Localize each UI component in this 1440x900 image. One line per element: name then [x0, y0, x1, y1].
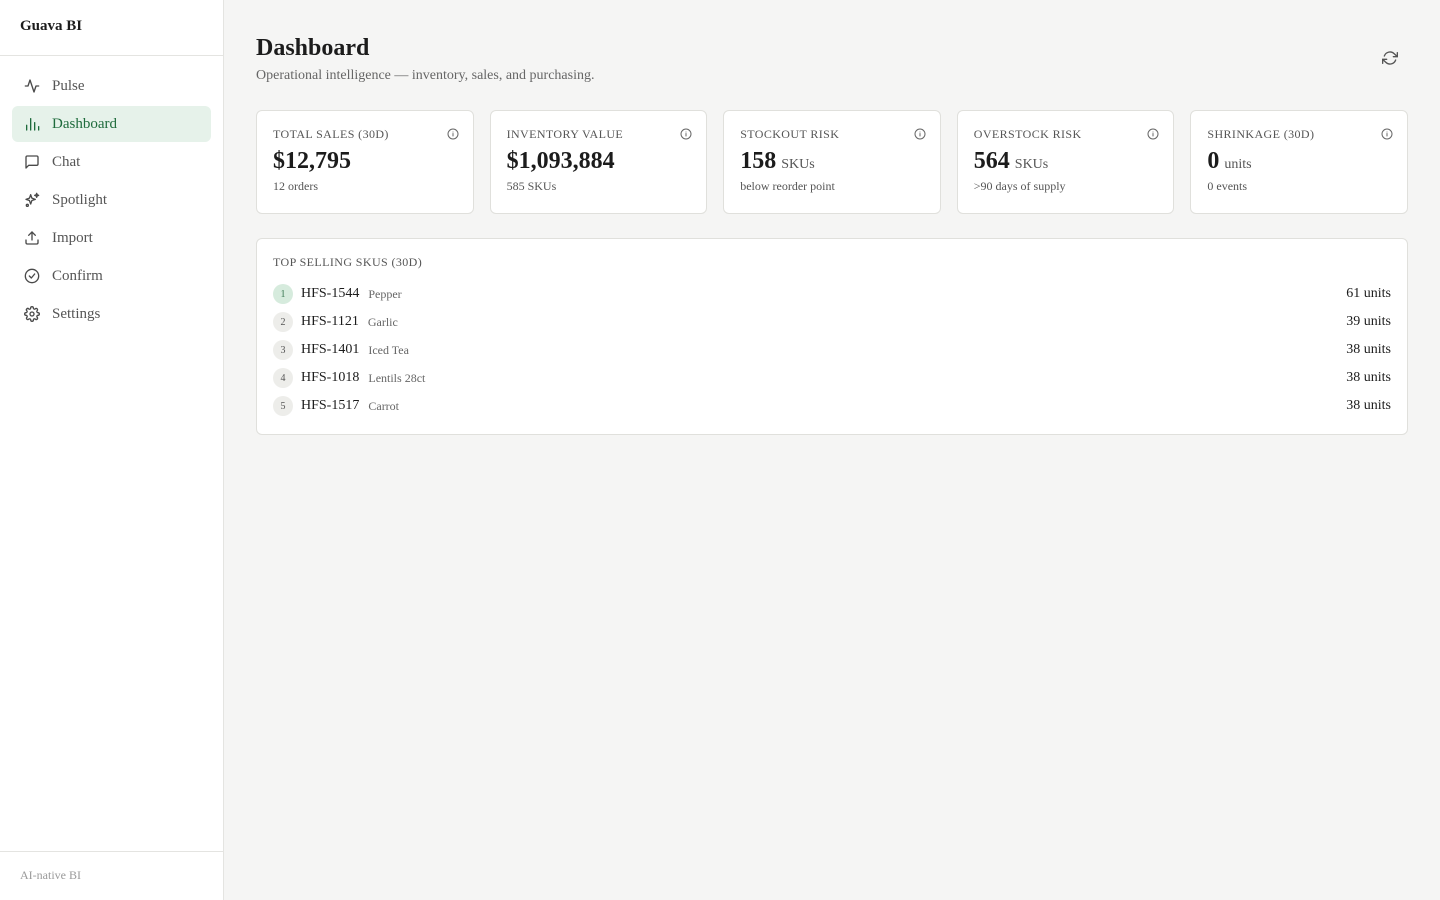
- sidebar-item-confirm[interactable]: Confirm: [12, 258, 211, 294]
- sidebar-item-label: Confirm: [52, 267, 103, 284]
- pulse-icon: [24, 78, 40, 94]
- kpi-card-inventory-value: INVENTORY VALUE $1,093,884 585 SKUs: [489, 110, 708, 214]
- kpi-subtext: 585 SKUs: [506, 179, 557, 193]
- kpi-subtext: >90 days of supply: [973, 179, 1066, 193]
- kpi-label: STOCKOUT RISK: [740, 127, 840, 141]
- kpi-card-total-sales: TOTAL SALES (30D) $12,795 12 orders: [256, 110, 474, 214]
- chat-icon: [24, 154, 40, 170]
- list-item[interactable]: 2 HFS-1121 Garlic 39 units: [273, 308, 1391, 336]
- sku-name: Lentils 28ct: [368, 370, 426, 385]
- rank-badge: 4: [273, 368, 293, 388]
- kpi-value: $1,093,884: [506, 148, 615, 174]
- top-skus-panel: TOP SELLING SKUS (30D) 1 HFS-1544 Pepper…: [256, 238, 1408, 435]
- sidebar-item-label: Import: [52, 229, 93, 246]
- kpi-card-overstock-risk: OVERSTOCK RISK 564 SKUs >90 days of supp…: [956, 110, 1175, 214]
- upload-icon: [24, 230, 40, 246]
- kpi-subtext: below reorder point: [740, 179, 835, 193]
- info-icon[interactable]: [1147, 127, 1159, 140]
- sidebar-footer: AI-native BI: [0, 851, 223, 900]
- kpi-value: 158: [740, 148, 777, 174]
- info-icon[interactable]: [1381, 127, 1393, 140]
- sku-code: HFS-1544: [301, 286, 360, 301]
- sidebar-item-pulse[interactable]: Pulse: [12, 68, 211, 104]
- info-icon[interactable]: [680, 127, 692, 140]
- sku-units: 38 units: [1346, 342, 1391, 357]
- sidebar-item-label: Chat: [52, 153, 81, 170]
- panel-title: TOP SELLING SKUS (30D): [273, 255, 423, 269]
- sidebar: Guava BI Pulse Dashboard Chat Spotlight …: [0, 0, 224, 900]
- sku-units: 38 units: [1346, 398, 1391, 413]
- sku-code: HFS-1517: [301, 398, 360, 413]
- rank-badge: 2: [273, 312, 293, 332]
- kpi-subtext: 0 events: [1207, 179, 1248, 193]
- sidebar-item-label: Dashboard: [52, 115, 117, 132]
- refresh-button[interactable]: [1380, 50, 1400, 70]
- refresh-icon: [1382, 50, 1398, 71]
- sku-units: 39 units: [1346, 314, 1391, 329]
- sidebar-item-import[interactable]: Import: [12, 220, 211, 256]
- kpi-label: INVENTORY VALUE: [506, 127, 624, 141]
- kpi-label: SHRINKAGE (30D): [1207, 127, 1315, 141]
- sidebar-item-spotlight[interactable]: Spotlight: [12, 182, 211, 218]
- sidebar-item-label: Settings: [52, 305, 101, 322]
- kpi-label: TOTAL SALES (30D): [273, 127, 389, 141]
- list-item[interactable]: 3 HFS-1401 Iced Tea 38 units: [273, 336, 1391, 364]
- page-title: Dashboard: [256, 35, 370, 61]
- rank-badge: 3: [273, 340, 293, 360]
- kpi-value: $12,795: [273, 148, 351, 174]
- check-circle-icon: [24, 268, 40, 284]
- info-icon[interactable]: [914, 127, 926, 140]
- kpi-card-shrinkage: SHRINKAGE (30D) 0 units 0 events: [1190, 110, 1408, 214]
- sku-units: 61 units: [1346, 286, 1391, 301]
- main-content: Dashboard Operational intelligence — inv…: [224, 0, 1440, 900]
- gear-icon: [24, 306, 40, 322]
- sku-code: HFS-1121: [301, 314, 359, 329]
- sku-units: 38 units: [1346, 370, 1391, 385]
- rank-badge: 5: [273, 396, 293, 416]
- sku-name: Carrot: [368, 398, 400, 413]
- sidebar-nav: Pulse Dashboard Chat Spotlight Import Co…: [0, 56, 223, 851]
- sku-code: HFS-1018: [301, 370, 360, 385]
- rank-badge: 1: [273, 284, 293, 304]
- kpi-value: 564: [973, 148, 1010, 174]
- kpi-unit: SKUs: [781, 157, 815, 172]
- list-item[interactable]: 4 HFS-1018 Lentils 28ct 38 units: [273, 364, 1391, 392]
- info-icon[interactable]: [447, 127, 459, 140]
- list-item[interactable]: 5 HFS-1517 Carrot 38 units: [273, 392, 1391, 420]
- sku-name: Iced Tea: [368, 342, 409, 357]
- brand-name: Guava BI: [0, 0, 223, 56]
- sidebar-item-chat[interactable]: Chat: [12, 144, 211, 180]
- sidebar-item-settings[interactable]: Settings: [12, 296, 211, 332]
- kpi-subtext: 12 orders: [273, 179, 318, 193]
- sku-code: HFS-1401: [301, 342, 360, 357]
- list-item[interactable]: 1 HFS-1544 Pepper 61 units: [273, 280, 1391, 308]
- sku-list: 1 HFS-1544 Pepper 61 units 2 HFS-1121 Ga…: [273, 280, 1391, 420]
- kpi-value: 0: [1207, 148, 1220, 174]
- sidebar-item-label: Spotlight: [52, 191, 108, 208]
- kpi-card-stockout-risk: STOCKOUT RISK 158 SKUs below reorder poi…: [723, 110, 941, 214]
- page-subtitle: Operational intelligence — inventory, sa…: [256, 68, 595, 83]
- sidebar-item-dashboard[interactable]: Dashboard: [12, 106, 211, 142]
- kpi-row: TOTAL SALES (30D) $12,795 12 orders INVE…: [256, 110, 1408, 214]
- sparkles-icon: [24, 192, 40, 208]
- app-root: Guava BI Pulse Dashboard Chat Spotlight …: [0, 0, 1440, 900]
- kpi-label: OVERSTOCK RISK: [973, 127, 1082, 141]
- bar-chart-icon: [24, 116, 40, 132]
- sidebar-item-label: Pulse: [52, 77, 85, 94]
- kpi-unit: units: [1224, 157, 1252, 172]
- sku-name: Garlic: [367, 314, 398, 329]
- kpi-unit: SKUs: [1014, 157, 1049, 172]
- sku-name: Pepper: [368, 286, 402, 301]
